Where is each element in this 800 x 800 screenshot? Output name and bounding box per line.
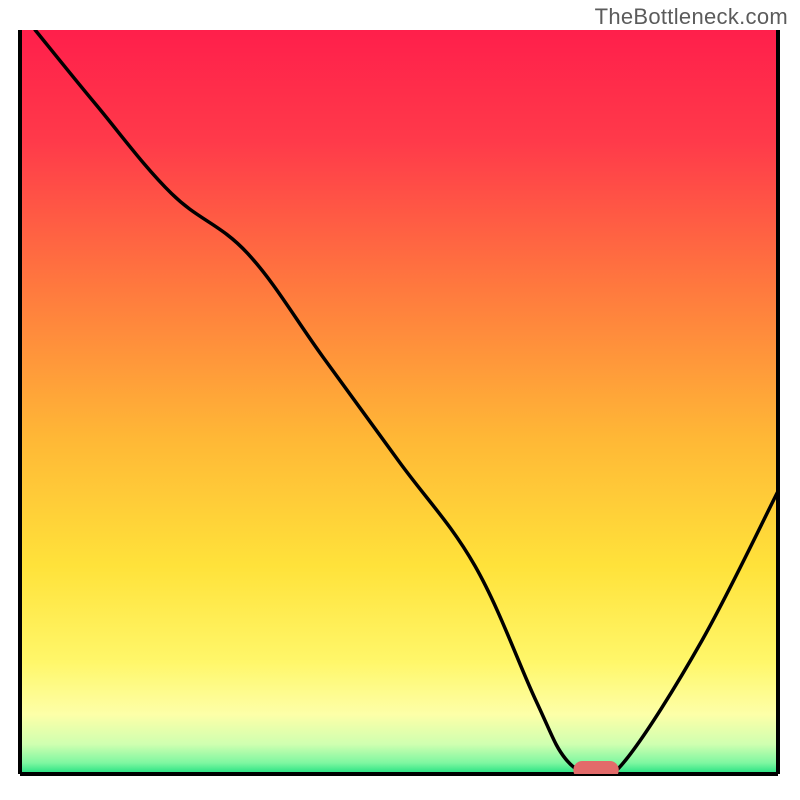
bottleneck-chart (0, 0, 800, 800)
plot-background (20, 30, 778, 774)
optimal-range-marker (573, 761, 618, 779)
chart-container: TheBottleneck.com (0, 0, 800, 800)
watermark-text: TheBottleneck.com (595, 4, 788, 30)
